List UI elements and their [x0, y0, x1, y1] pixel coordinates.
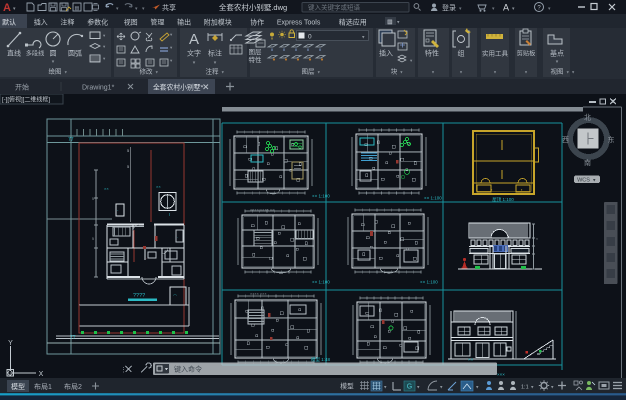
- svg-text:X: X: [39, 371, 44, 378]
- svg-text:????: ????: [133, 293, 145, 299]
- svg-text:⋮: ⋮: [120, 367, 127, 374]
- svg-text:参数化: 参数化: [87, 18, 108, 27]
- svg-text:图层: 图层: [249, 48, 263, 56]
- svg-text:开始: 开始: [15, 83, 29, 92]
- svg-text:组: 组: [458, 49, 465, 58]
- svg-text:视图: 视图: [124, 18, 138, 27]
- svg-text:××: ××: [104, 186, 109, 191]
- svg-text:××: ××: [156, 184, 161, 189]
- svg-text:0: 0: [308, 34, 312, 41]
- svg-text:圆: 圆: [50, 50, 57, 58]
- svg-text:·: ·: [117, 208, 119, 214]
- svg-text:多段线: 多段线: [26, 50, 45, 58]
- svg-text:插入: 插入: [379, 49, 393, 58]
- svg-text:×× 1:100: ×× 1:100: [420, 280, 438, 285]
- svg-text:输出: 输出: [177, 18, 191, 27]
- svg-text:5: 5: [127, 164, 130, 169]
- svg-text:注释: 注释: [60, 18, 74, 27]
- svg-text:默认: 默认: [2, 18, 16, 27]
- svg-text:布局2: 布局2: [64, 382, 82, 391]
- svg-text:⌒: ⌒: [173, 293, 177, 299]
- svg-text:键入命令: 键入命令: [174, 365, 202, 374]
- svg-text:北: 北: [584, 114, 591, 122]
- svg-text:西: 西: [562, 136, 569, 144]
- svg-text:共享: 共享: [162, 3, 176, 12]
- svg-text:Drawing1*: Drawing1*: [82, 85, 115, 92]
- svg-text:77: 77: [68, 137, 74, 143]
- svg-text:Ⅰ: Ⅰ: [169, 212, 170, 217]
- svg-text:登录: 登录: [442, 3, 456, 12]
- svg-text:圆弧: 圆弧: [68, 49, 82, 58]
- svg-text:×: ×: [536, 237, 538, 241]
- svg-text:×× 1:100: ×× 1:100: [312, 280, 330, 285]
- svg-text:5: 5: [92, 197, 94, 201]
- svg-text:视图: 视图: [551, 67, 564, 76]
- svg-text:[-][俯视][二维线框]: [-][俯视][二维线框]: [2, 96, 50, 104]
- svg-text:▦: ▦: [387, 20, 393, 26]
- svg-text:实用工具: 实用工具: [482, 49, 509, 58]
- svg-text:×××× ×××× ××: ×××× ×××× ××: [250, 208, 274, 212]
- svg-text:1:1: 1:1: [521, 385, 529, 391]
- svg-text:协作: 协作: [250, 18, 264, 27]
- svg-text:G: G: [407, 384, 412, 391]
- svg-text:插入: 插入: [34, 18, 48, 27]
- svg-text:5: 5: [127, 148, 130, 153]
- svg-text:剪贴板: 剪贴板: [517, 50, 536, 58]
- svg-text:5: 5: [92, 237, 94, 241]
- svg-text:直线: 直线: [7, 49, 21, 58]
- svg-text:标注: 标注: [208, 49, 222, 58]
- svg-text:块: 块: [391, 67, 398, 76]
- svg-text:文字: 文字: [187, 49, 201, 58]
- svg-text:注释: 注释: [206, 67, 220, 76]
- svg-text:WCS: WCS: [577, 178, 590, 184]
- svg-text:·: ·: [177, 235, 178, 240]
- svg-text:图层: 图层: [302, 68, 316, 76]
- svg-text:绘图: 绘图: [49, 67, 62, 76]
- svg-text:×××× ×××: ×××× ×××: [250, 292, 267, 296]
- svg-text:×× 1:100: ×× 1:100: [424, 196, 442, 201]
- svg-text:×××: ×××: [497, 372, 505, 377]
- svg-text:××: ××: [468, 357, 474, 362]
- svg-text:全套农村小别墅.dwg: 全套农村小别墅.dwg: [219, 2, 287, 12]
- svg-text:键入关键字或短语: 键入关键字或短语: [308, 3, 361, 12]
- svg-text:南: 南: [584, 158, 591, 167]
- svg-text:模型 1:48: 模型 1:48: [311, 356, 331, 363]
- svg-text:模型: 模型: [11, 382, 25, 391]
- svg-text:布局1: 布局1: [34, 382, 52, 391]
- svg-text:Express Tools: Express Tools: [277, 20, 321, 27]
- svg-text:管理: 管理: [150, 18, 164, 27]
- svg-text:A: A: [3, 2, 11, 14]
- svg-text:全套农村小别墅*: 全套农村小别墅*: [153, 83, 204, 92]
- svg-text:基点: 基点: [550, 49, 564, 58]
- svg-text:A: A: [189, 31, 199, 48]
- svg-text:模型: 模型: [340, 382, 354, 391]
- svg-text:修改: 修改: [140, 67, 154, 76]
- svg-text:▤: ▤: [75, 6, 80, 12]
- svg-text:特性: 特性: [249, 55, 263, 64]
- svg-text:东: 东: [608, 135, 615, 144]
- svg-text:精选应用: 精选应用: [339, 18, 367, 27]
- svg-text:特性: 特性: [425, 49, 439, 58]
- svg-text:A: A: [503, 3, 509, 13]
- svg-text:×× 1:100: ×× 1:100: [312, 194, 330, 199]
- svg-text:Y: Y: [8, 340, 13, 347]
- svg-text:77: 77: [70, 335, 76, 341]
- svg-text:附加模块: 附加模块: [204, 18, 232, 27]
- svg-text:·: ·: [146, 256, 147, 261]
